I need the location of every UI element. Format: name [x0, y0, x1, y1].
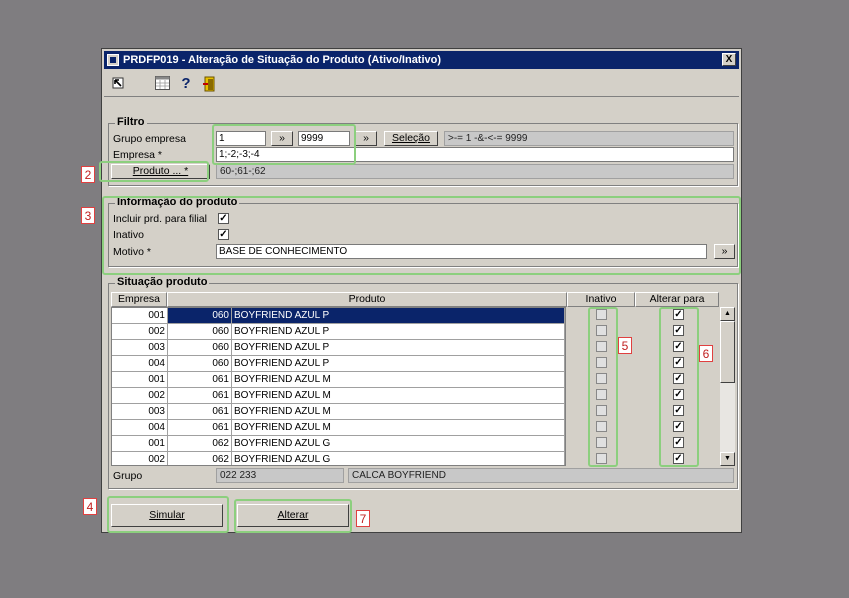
exit-door-icon[interactable] [202, 76, 218, 92]
annotation-marker-3: 3 [81, 207, 95, 224]
cell-produto[interactable]: BOYFRIEND AZUL P [232, 356, 565, 371]
table-row[interactable]: 003 061 BOYFRIEND AZUL M [112, 404, 565, 420]
cell-empresa[interactable]: 004 [112, 356, 168, 371]
cell-codigo[interactable]: 061 [168, 404, 232, 419]
help-icon[interactable]: ? [178, 76, 194, 92]
highlight-box-6 [659, 307, 699, 467]
cell-produto[interactable]: BOYFRIEND AZUL M [232, 420, 565, 435]
calendar-icon[interactable] [154, 76, 170, 92]
grupo-desc-display: CALCA BOYFRIEND [348, 468, 734, 483]
cell-produto[interactable]: BOYFRIEND AZUL P [232, 308, 565, 323]
header-produto[interactable]: Produto [167, 292, 567, 307]
cell-empresa[interactable]: 003 [112, 340, 168, 355]
cell-produto[interactable]: BOYFRIEND AZUL M [232, 404, 565, 419]
cell-empresa[interactable]: 001 [112, 436, 168, 451]
cell-empresa[interactable]: 004 [112, 420, 168, 435]
table-row[interactable]: 002 061 BOYFRIEND AZUL M [112, 388, 565, 404]
annotation-marker-5: 5 [618, 337, 632, 354]
vertical-scrollbar[interactable]: ▲ ▼ [720, 307, 735, 466]
cell-empresa[interactable]: 002 [112, 452, 168, 465]
cell-codigo[interactable]: 060 [168, 356, 232, 371]
header-inativo[interactable]: Inativo [567, 292, 635, 307]
cell-empresa[interactable]: 001 [112, 308, 168, 323]
window-title: PRDFP019 - Alteração de Situação do Prod… [123, 54, 442, 66]
cell-empresa[interactable]: 002 [112, 324, 168, 339]
cell-codigo[interactable]: 062 [168, 452, 232, 465]
scroll-thumb[interactable] [720, 321, 735, 383]
cell-empresa[interactable]: 001 [112, 372, 168, 387]
table-row[interactable]: 001 061 BOYFRIEND AZUL M [112, 372, 565, 388]
grupo-range-button-2[interactable]: » [355, 131, 377, 146]
header-empresa[interactable]: Empresa [111, 292, 167, 307]
annotation-marker-7: 7 [356, 510, 370, 527]
cell-produto[interactable]: BOYFRIEND AZUL M [232, 388, 565, 403]
table-row[interactable]: 001 062 BOYFRIEND AZUL G [112, 436, 565, 452]
title-bar[interactable]: PRDFP019 - Alteração de Situação do Prod… [104, 51, 739, 69]
grupo-empresa-label: Grupo empresa [113, 133, 186, 145]
cell-codigo[interactable]: 061 [168, 420, 232, 435]
situacao-legend: Situação produto [115, 276, 210, 288]
table-row[interactable]: 002 062 BOYFRIEND AZUL G [112, 452, 565, 465]
grupo-label: Grupo [113, 470, 143, 482]
table-row[interactable]: 001 060 BOYFRIEND AZUL P [112, 308, 565, 324]
close-button[interactable]: X [722, 53, 736, 66]
filtro-legend: Filtro [115, 116, 147, 128]
grid-header: Empresa Produto Inativo Alterar para [111, 292, 731, 307]
cell-codigo[interactable]: 061 [168, 372, 232, 387]
annotation-marker-4: 4 [83, 498, 97, 515]
grupo-expression-display: >-= 1 -&-<-= 9999 [444, 131, 734, 146]
cursor-icon[interactable] [110, 76, 126, 92]
grupo-code-display: 022 233 [216, 468, 344, 483]
cell-empresa[interactable]: 003 [112, 404, 168, 419]
cell-codigo[interactable]: 060 [168, 340, 232, 355]
cell-empresa[interactable]: 002 [112, 388, 168, 403]
scroll-down-arrow[interactable]: ▼ [720, 452, 735, 466]
highlight-box-3 [102, 196, 741, 275]
toolbar: ? [104, 71, 739, 97]
cell-codigo[interactable]: 061 [168, 388, 232, 403]
highlight-box-4 [107, 496, 229, 533]
annotation-marker-6: 6 [699, 345, 713, 362]
scroll-up-arrow[interactable]: ▲ [720, 307, 735, 321]
empresa-label: Empresa * [113, 149, 163, 161]
selecao-button[interactable]: Seleção [384, 131, 438, 146]
cell-produto[interactable]: BOYFRIEND AZUL G [232, 436, 565, 451]
cell-codigo[interactable]: 062 [168, 436, 232, 451]
highlight-box-1 [212, 124, 356, 165]
produto-value-display: 60-;61-;62 [216, 164, 734, 179]
selecao-label: Seleção [392, 132, 430, 144]
main-window: PRDFP019 - Alteração de Situação do Prod… [99, 48, 742, 533]
highlight-box-7 [234, 499, 352, 533]
highlight-box-5 [588, 307, 618, 467]
table-row[interactable]: 004 061 BOYFRIEND AZUL M [112, 420, 565, 436]
produto-grid[interactable]: 001 060 BOYFRIEND AZUL P 002 060 BOYFRIEND AZ… [111, 307, 566, 466]
header-alterar[interactable]: Alterar para [635, 292, 719, 307]
table-row[interactable]: 003 060 BOYFRIEND AZUL P [112, 340, 565, 356]
app-icon [107, 54, 119, 66]
cell-codigo[interactable]: 060 [168, 324, 232, 339]
table-row[interactable]: 002 060 BOYFRIEND AZUL P [112, 324, 565, 340]
highlight-box-2 [99, 161, 209, 182]
cell-produto[interactable]: BOYFRIEND AZUL P [232, 324, 565, 339]
cell-produto[interactable]: BOYFRIEND AZUL P [232, 340, 565, 355]
cell-produto[interactable]: BOYFRIEND AZUL G [232, 452, 565, 465]
cell-codigo[interactable]: 060 [168, 308, 232, 323]
annotation-marker-2: 2 [81, 166, 95, 183]
cell-produto[interactable]: BOYFRIEND AZUL M [232, 372, 565, 387]
table-row[interactable]: 004 060 BOYFRIEND AZUL P [112, 356, 565, 372]
